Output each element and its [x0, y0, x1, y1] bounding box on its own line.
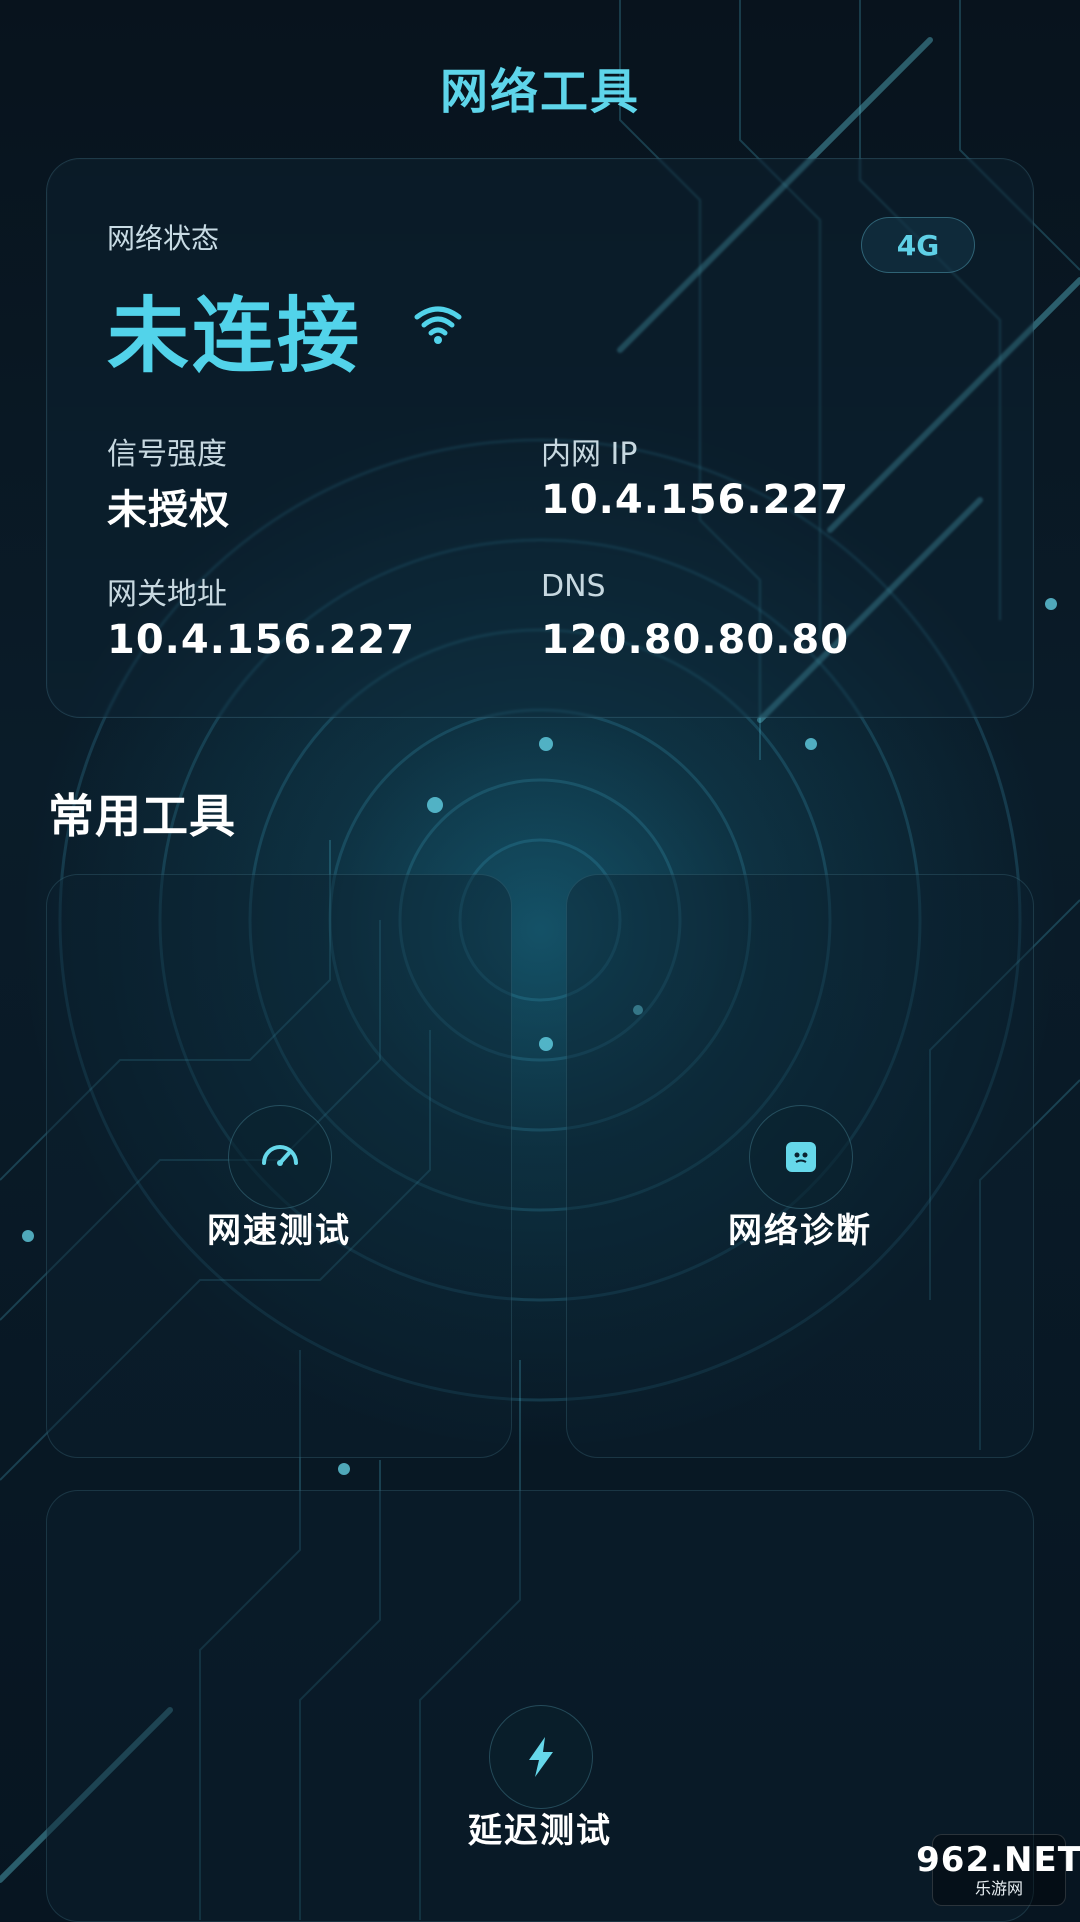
page-title: 网络工具	[439, 64, 640, 120]
tool-latency-test-card[interactable]: 延迟测试	[46, 1490, 1034, 1922]
network-status-card: 网络状态 未连接 4G 信号强度 未授权 内网 IP 10.4.156.227 …	[46, 158, 1034, 718]
common-tools-title: 常用工具	[48, 789, 236, 843]
intranet-ip-label: 内网 IP	[541, 437, 638, 472]
tool-latency-test-label: 延迟测试	[468, 1811, 612, 1851]
dns-value: 120.80.80.80	[541, 617, 850, 663]
gateway-label: 网关地址	[107, 577, 227, 612]
tool-diagnosis-card[interactable]: 网络诊断	[566, 874, 1034, 1458]
wifi-icon	[414, 306, 462, 344]
site-watermark: 962.NET 乐游网	[916, 1834, 1080, 1906]
tool-speed-test-label: 网速测试	[207, 1211, 351, 1251]
signal-strength-label: 信号强度	[107, 437, 227, 472]
tool-diagnosis-label: 网络诊断	[728, 1211, 872, 1251]
network-type-badge: 4G	[861, 217, 975, 273]
watermark-bottom: 乐游网	[974, 1879, 1023, 1898]
diagnosis-icon	[749, 1105, 853, 1209]
tool-speed-test-card[interactable]: 网速测试	[46, 874, 512, 1458]
gateway-value: 10.4.156.227	[107, 617, 416, 663]
signal-strength-value: 未授权	[107, 487, 230, 533]
speedometer-icon	[228, 1105, 332, 1209]
intranet-ip-value: 10.4.156.227	[541, 477, 850, 523]
lightning-icon	[489, 1705, 593, 1809]
network-status-value: 未连接	[107, 289, 363, 384]
dns-label: DNS	[541, 569, 606, 604]
watermark-top: 962.NET	[916, 1840, 1080, 1880]
network-status-label: 网络状态	[107, 222, 220, 255]
